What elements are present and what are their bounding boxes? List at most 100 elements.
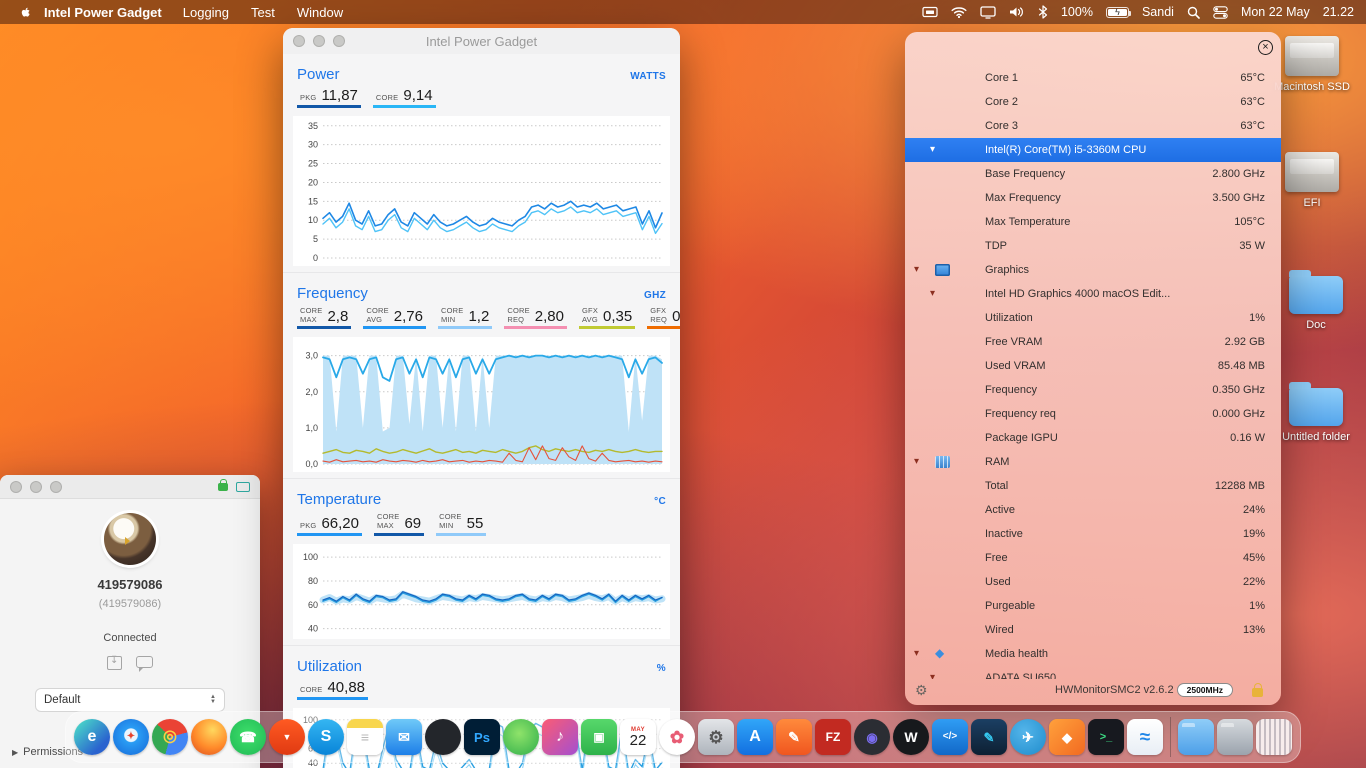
control-center-icon[interactable] [1213,5,1228,19]
remote-screen-icon [236,481,250,492]
volume-icon[interactable] [1009,6,1025,18]
menu-date[interactable]: Mon 22 May [1241,5,1310,19]
hw-row-core-2[interactable]: Core 2 63°C [905,90,1281,114]
hw-row-utilization[interactable]: Utilization 1% [905,306,1281,330]
menu-logging[interactable]: Logging [183,5,229,20]
hw-row-core-1[interactable]: Core 1 65°C [905,66,1281,90]
user-menu[interactable]: Sandi [1142,5,1174,19]
screen-mirroring-icon[interactable] [922,6,938,18]
hw-row-adata-su650[interactable]: ▾ ADATA SU650 [905,666,1281,679]
dock-photoshop[interactable]: Ps [464,719,500,755]
dock-folder-documents[interactable] [1217,719,1253,755]
hw-row-core-3[interactable]: Core 3 63°C [905,114,1281,138]
hw-row-free[interactable]: Free 45% [905,546,1281,570]
dock-skype[interactable]: S [308,719,344,755]
active-app-menu[interactable]: Intel Power Gadget [44,5,162,20]
hw-row-used-vram[interactable]: Used VRAM 85.48 MB [905,354,1281,378]
hw-row-free-vram[interactable]: Free VRAM 2.92 GB [905,330,1281,354]
dock-orange-diamond-app[interactable]: ◆ [1049,719,1085,755]
dock-edge[interactable]: e [74,719,110,755]
dock-facetime[interactable]: ▣ [581,719,617,755]
anydesk-titlebar[interactable] [0,475,260,499]
dock-vscode[interactable]: </> [932,719,968,755]
hw-row-package-igpu[interactable]: Package IGPU 0.16 W [905,426,1281,450]
spotlight-icon[interactable] [1187,6,1200,19]
hw-row-ram[interactable]: ▾ RAM [905,450,1281,474]
dock-telegram[interactable]: ✈ [1010,719,1046,755]
dock-brave[interactable]: ▼ [269,719,305,755]
battery-icon[interactable]: ϟ [1105,6,1131,18]
gear-icon[interactable]: ⚙ [915,682,928,699]
chevron-down-icon[interactable]: ▾ [930,282,935,306]
chevron-down-icon[interactable]: ▾ [930,138,935,162]
file-transfer-icon[interactable] [107,655,122,670]
dock-calendar[interactable]: MAY 22 [620,719,656,755]
hw-row-media-health[interactable]: ▾ Media health [905,641,1281,666]
dock-appstore[interactable]: A [737,719,773,755]
dock-whatsapp[interactable]: ☎ [230,719,266,755]
profile-select[interactable]: Default ▲ ▼ [35,688,225,712]
hw-row-tdp[interactable]: TDP 35 W [905,234,1281,258]
dock-notes[interactable]: ≡ [347,719,383,755]
menu-window[interactable]: Window [297,5,343,20]
hw-row-graphics[interactable]: ▾ Graphics [905,258,1281,282]
dock-github[interactable] [425,719,461,755]
dock-w-app[interactable]: W [893,719,929,755]
wifi-icon[interactable] [951,6,967,18]
zoom-button[interactable] [50,480,62,493]
desktop-icon-efi[interactable]: EFI [1272,152,1352,209]
chevron-down-icon[interactable]: ▾ [914,642,919,666]
zoom-button[interactable] [333,35,345,47]
dock-filezilla[interactable]: FZ [815,719,851,755]
dock-photos[interactable]: ✿ [659,719,695,755]
hw-row-total[interactable]: Total 12288 MB [905,474,1281,498]
close-button[interactable] [293,35,305,47]
bluetooth-icon[interactable] [1038,5,1048,19]
stat-label: CORE MAX [300,306,323,324]
hw-row-frequency-req[interactable]: Frequency req 0.000 GHz [905,402,1281,426]
hw-row-used[interactable]: Used 22% [905,570,1281,594]
dock-orange-pencil-app[interactable]: ✎ [776,719,812,755]
chevron-down-icon[interactable]: ▾ [930,666,935,679]
close-icon[interactable]: × [1258,40,1273,55]
chat-icon[interactable] [136,656,153,672]
desktop-icon-macintosh-ssd[interactable]: Macintosh SSD [1272,36,1352,93]
hw-row-wired[interactable]: Wired 13% [905,618,1281,642]
dock-iterm[interactable]: >_ [1088,719,1124,755]
pg-titlebar[interactable]: Intel Power Gadget [283,28,680,54]
dock-intel-power-gadget[interactable]: ≈ [1127,719,1163,755]
hw-row-frequency[interactable]: Frequency 0.350 GHz [905,378,1281,402]
hw-row-inactive[interactable]: Inactive 19% [905,522,1281,546]
hw-row-max-temperature[interactable]: Max Temperature 105°C [905,210,1281,234]
desktop-icon-untitled-folder[interactable]: Untitled folder [1276,380,1356,443]
dock-dark-circle-app[interactable]: ◉ [854,719,890,755]
lock-icon[interactable] [1252,683,1263,697]
dock-green-app[interactable] [503,719,539,755]
menu-time[interactable]: 21.22 [1323,5,1354,19]
chevron-down-icon[interactable]: ▾ [914,258,919,282]
desktop-icon-doc[interactable]: Doc [1276,268,1356,331]
apple-menu[interactable] [12,5,38,20]
close-button[interactable] [10,480,22,493]
hw-row-intel-hd-graphics-4000-macos-edit-[interactable]: ▾ Intel HD Graphics 4000 macOS Edit... [905,282,1281,306]
display-icon[interactable] [980,5,996,19]
hw-row-base-frequency[interactable]: Base Frequency 2.800 GHz [905,162,1281,186]
dock-mail[interactable]: ✉ [386,719,422,755]
dock-trash[interactable] [1256,719,1292,755]
menu-test[interactable]: Test [251,5,275,20]
hw-row-active[interactable]: Active 24% [905,498,1281,522]
dock-blue-brush-app[interactable]: ✎ [971,719,1007,755]
dock-folder-downloads[interactable] [1178,719,1214,755]
dock-chrome[interactable]: ◎ [152,719,188,755]
dock-firefox[interactable] [191,719,227,755]
hw-row-max-frequency[interactable]: Max Frequency 3.500 GHz [905,186,1281,210]
hw-row-purgeable[interactable]: Purgeable 1% [905,594,1281,618]
dock-system-settings[interactable]: ⚙ [698,719,734,755]
hw-row-intel-r-core-tm-i5-3360m-cpu[interactable]: ▾ Intel(R) Core(TM) i5-3360M CPU [905,138,1281,162]
dock-safari[interactable]: ✦ [113,719,149,755]
dock-music[interactable]: ♪ [542,719,578,755]
minimize-button[interactable] [313,35,325,47]
minimize-button[interactable] [30,480,42,493]
chevron-down-icon[interactable]: ▾ [914,450,919,474]
folder-icon [1289,270,1343,314]
